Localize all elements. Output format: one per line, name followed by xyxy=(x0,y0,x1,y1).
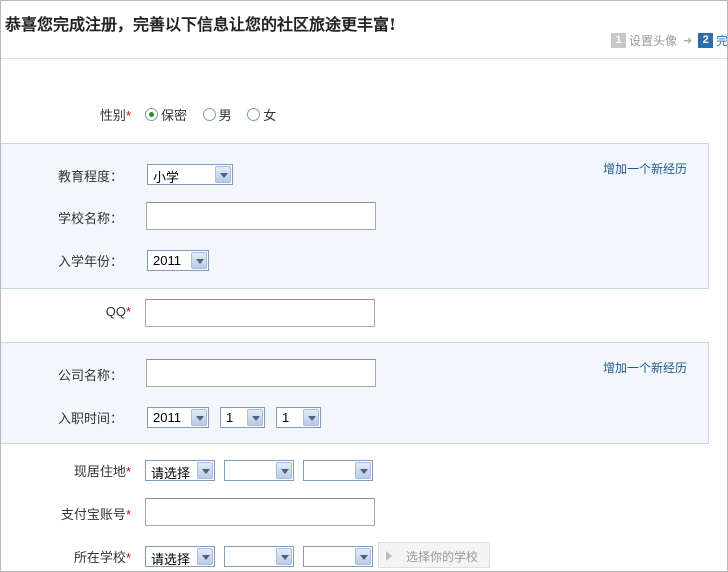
education-level-value: 小学 xyxy=(153,170,180,185)
chevron-down-icon xyxy=(247,409,263,426)
residence-city-select[interactable] xyxy=(224,460,294,481)
enroll-year-select[interactable]: 2011 xyxy=(147,250,209,271)
alipay-input[interactable] xyxy=(145,498,375,526)
school-city-select[interactable] xyxy=(224,546,294,567)
chevron-down-icon xyxy=(276,548,292,565)
add-education-link[interactable]: 增加一个新经历 xyxy=(603,160,687,177)
school-name-input[interactable] xyxy=(146,202,376,230)
hire-date-label: 入职时间： xyxy=(57,411,123,426)
choose-school-label: 选择你的学校 xyxy=(406,550,479,564)
gender-radio-female[interactable] xyxy=(247,108,261,121)
hire-month-select[interactable]: 1 xyxy=(220,407,265,428)
step-1-number: 1 xyxy=(611,33,626,48)
company-name-label: 公司名称： xyxy=(57,368,123,383)
company-name-input[interactable] xyxy=(146,359,376,387)
school-name-label: 学校名称： xyxy=(57,211,123,226)
add-work-link[interactable]: 增加一个新经历 xyxy=(603,359,687,376)
hire-day-value: 1 xyxy=(282,410,290,425)
chevron-down-icon xyxy=(303,409,319,426)
school-district-select[interactable] xyxy=(303,546,373,567)
hire-year-select[interactable]: 2011 xyxy=(147,407,209,428)
residence-label: 现居住地* xyxy=(73,464,131,479)
residence-province-select[interactable]: 请选择 xyxy=(145,460,215,481)
step-indicator: 1 设置头像 ➜ 2 完 xyxy=(611,32,728,50)
residence-district-select[interactable] xyxy=(303,460,373,481)
hire-year-value: 2011 xyxy=(153,410,181,425)
school-province-select[interactable]: 请选择 xyxy=(145,546,215,567)
qq-label: QQ* xyxy=(105,304,131,319)
gender-radio-secret[interactable] xyxy=(145,108,158,121)
education-level-label: 教育程度： xyxy=(57,169,123,184)
play-triangle-icon xyxy=(386,551,392,561)
page-title: 恭喜您完成注册，完善以下信息让您的社区旅途更丰富! xyxy=(5,15,397,34)
chevron-down-icon xyxy=(197,548,213,565)
education-panel: 增加一个新经历 教育程度： 小学 学校名称： 入学年份： 2011 xyxy=(1,143,709,289)
chevron-down-icon xyxy=(355,548,371,565)
hire-month-value: 1 xyxy=(226,410,234,425)
page-header: 恭喜您完成注册，完善以下信息让您的社区旅途更丰富! 1 设置头像 ➜ 2 完 xyxy=(1,1,728,59)
enroll-year-value: 2011 xyxy=(153,253,181,268)
hire-day-select[interactable]: 1 xyxy=(276,407,321,428)
gender-option-male: 男 xyxy=(218,108,232,123)
enroll-year-label: 入学年份： xyxy=(57,254,123,269)
chevron-down-icon xyxy=(191,409,207,426)
gender-option-secret: 保密 xyxy=(161,108,188,123)
chevron-down-icon xyxy=(215,166,231,183)
gender-radio-male[interactable] xyxy=(202,108,216,121)
chevron-down-icon xyxy=(191,252,207,269)
school-label: 所在学校* xyxy=(73,550,131,565)
chevron-down-icon xyxy=(355,462,371,479)
step-1-label: 设置头像 xyxy=(629,34,678,48)
step-2-label: 完 xyxy=(716,34,728,48)
gender-radio-group: 保密 男 女 xyxy=(145,105,288,124)
arrow-right-icon: ➜ xyxy=(683,35,693,47)
registration-profile-page: 恭喜您完成注册，完善以下信息让您的社区旅途更丰富! 1 设置头像 ➜ 2 完 性别* 保… xyxy=(0,0,728,572)
alipay-label: 支付宝账号* xyxy=(60,507,131,522)
gender-option-female: 女 xyxy=(263,108,277,123)
work-panel: 增加一个新经历 公司名称： 入职时间： 2011 1 1 xyxy=(1,342,709,444)
chevron-down-icon xyxy=(276,462,292,479)
chevron-down-icon xyxy=(197,462,213,479)
school-province-value: 请选择 xyxy=(151,552,191,567)
qq-input[interactable] xyxy=(145,299,375,327)
gender-label: 性别* xyxy=(99,108,131,123)
education-level-select[interactable]: 小学 xyxy=(147,164,233,185)
residence-province-value: 请选择 xyxy=(151,466,191,481)
step-2-number: 2 xyxy=(698,33,714,48)
choose-school-button[interactable]: 选择你的学校 xyxy=(378,542,490,568)
